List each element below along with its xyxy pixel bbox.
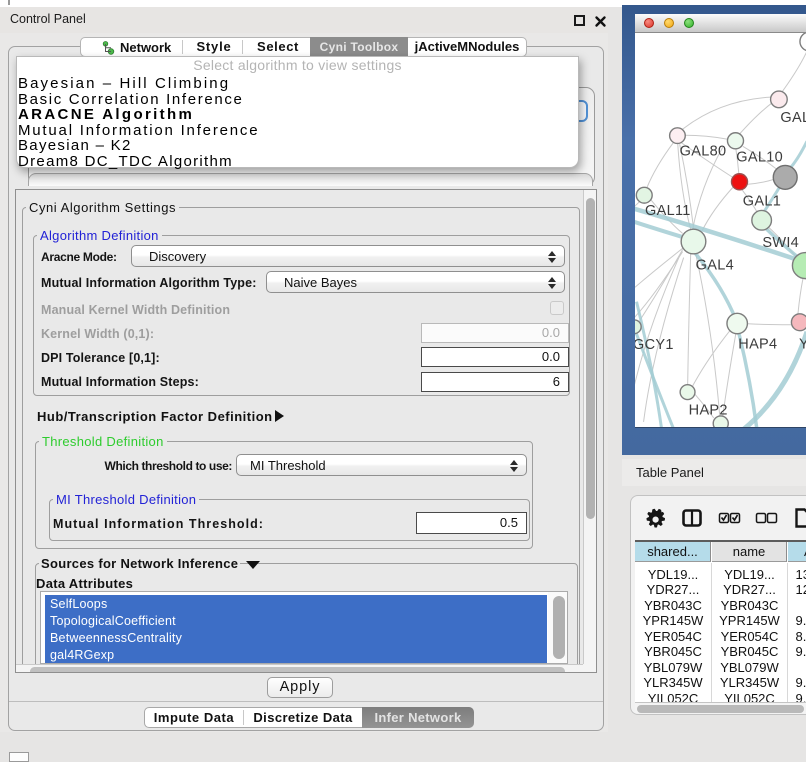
svg-text:GCY1: GCY1 — [635, 336, 674, 352]
svg-text:GAL11: GAL11 — [645, 202, 691, 218]
svg-text:GAL10: GAL10 — [736, 149, 783, 165]
svg-text:HAP2: HAP2 — [688, 402, 727, 418]
svg-text:SWI4: SWI4 — [762, 235, 799, 251]
svg-text:GAL2: GAL2 — [780, 110, 806, 126]
svg-text:GAL4: GAL4 — [695, 257, 733, 273]
svg-text:Y: Y — [798, 336, 806, 352]
svg-text:HAP4: HAP4 — [738, 336, 777, 352]
svg-text:GAL80: GAL80 — [679, 143, 726, 159]
svg-text:GAL1: GAL1 — [742, 193, 780, 209]
